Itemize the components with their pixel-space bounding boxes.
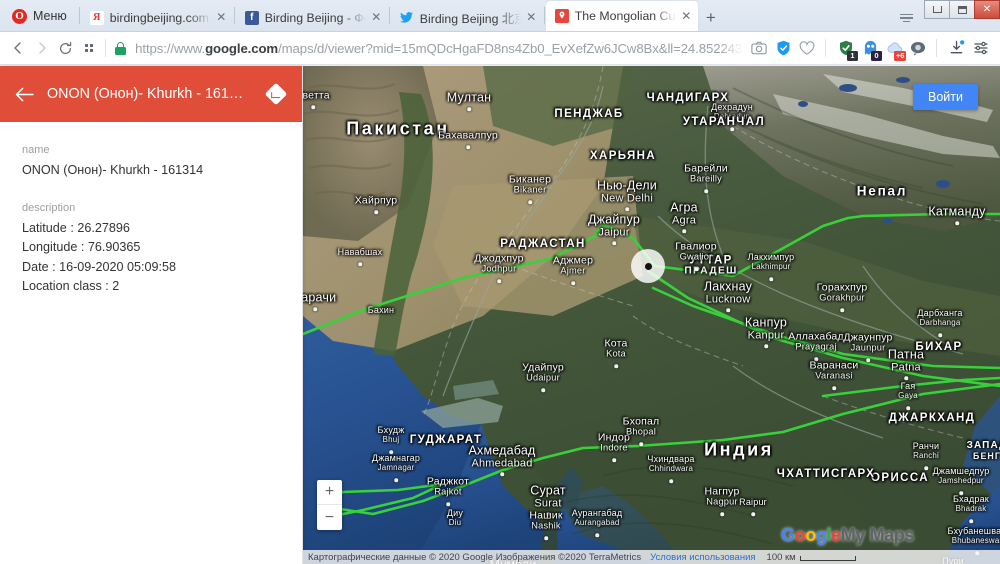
adblock-shield-icon[interactable]: 1	[836, 38, 857, 59]
url-text[interactable]: https://www.google.com/maps/d/viewer?mid…	[135, 41, 743, 56]
tab-birdingbeijing[interactable]: Я birdingbeijing.com - ✕	[81, 4, 233, 31]
twitter-bird-icon	[400, 11, 414, 25]
opera-menu-button[interactable]: O Меню	[4, 1, 78, 31]
address-bar: https://www.google.com/maps/d/viewer?mid…	[0, 32, 1000, 65]
easy-setup-icon[interactable]	[971, 38, 992, 59]
speed-dial-icon[interactable]	[77, 35, 101, 61]
window-buttons: ✕	[925, 0, 1000, 19]
url-domain: google.com	[205, 41, 278, 56]
tab-divider	[544, 7, 545, 24]
toolbar-extension-icons: 1 0 +6	[743, 38, 992, 59]
tab-strip: O Меню Я birdingbeijing.com - ✕ f Birdin…	[0, 0, 1000, 32]
back-arrow-icon[interactable]	[11, 81, 37, 107]
cloud-extension-icon[interactable]: +6	[884, 38, 905, 59]
zoom-controls: + −	[317, 480, 342, 530]
ghostery-badge: 0	[871, 51, 882, 61]
ghostery-icon[interactable]: 0	[860, 38, 881, 59]
tab-label: Birding Beijing 北京…	[420, 9, 521, 27]
scale-label: 100 км	[767, 552, 796, 563]
back-button-icon[interactable]	[6, 35, 30, 61]
tab-close-icon[interactable]: ✕	[214, 10, 229, 25]
name-field: name ONON (Онон)- Khurkh - 161314	[22, 144, 280, 181]
google-my-maps-page: ONON (Онон)- Khurkh - 161… name ONON (Он…	[0, 66, 1000, 564]
forward-button-icon	[30, 35, 54, 61]
tab-label: Birding Beijing - Фот	[265, 11, 366, 25]
mymaps-wordmark: My Maps	[841, 525, 914, 545]
description-date: Date : 16-09-2020 05:09:58	[22, 258, 280, 278]
window-right-controls: ✕	[893, 0, 1000, 32]
opera-browser-window: O Меню Я birdingbeijing.com - ✕ f Birdin…	[0, 0, 1000, 564]
panel-title: ONON (Онон)- Khurkh - 161…	[47, 86, 263, 102]
gps-track-overlay	[303, 66, 1000, 564]
minimize-button[interactable]	[924, 0, 950, 19]
tab-twitter-birding-beijing[interactable]: Birding Beijing 北京… ✕	[391, 4, 543, 31]
maximize-button[interactable]	[949, 0, 975, 19]
description-longitude: Longitude : 76.90365	[22, 238, 280, 258]
description-field: description Latitude : 26.27896 Longitud…	[22, 202, 280, 297]
directions-diamond-icon[interactable]	[263, 81, 289, 107]
panel-header: ONON (Онон)- Khurkh - 161…	[0, 66, 302, 122]
scale-indicator: 100 км	[767, 552, 856, 563]
url-path: /maps/d/viewer?mid=15mQDcHgaFD8ns4Zb0_Ev…	[278, 41, 743, 56]
panel-body: name ONON (Онон)- Khurkh - 161314 descri…	[0, 122, 302, 297]
download-icon[interactable]	[947, 38, 968, 59]
url-scheme: https://www.	[135, 41, 205, 56]
close-window-button[interactable]: ✕	[974, 0, 1000, 19]
name-label: name	[22, 144, 280, 156]
google-maps-pin-icon	[555, 9, 569, 23]
address-divider	[825, 39, 826, 57]
heart-favorite-icon[interactable]	[797, 38, 818, 59]
reload-button-icon[interactable]	[54, 35, 78, 61]
new-tab-button[interactable]: +	[698, 4, 724, 31]
google-wordmark: Google	[781, 525, 841, 545]
scale-bar	[800, 556, 856, 561]
facebook-icon: f	[245, 11, 259, 25]
cloud-badge: +6	[894, 51, 906, 61]
description-label: description	[22, 202, 280, 214]
tab-facebook-birding-beijing[interactable]: f Birding Beijing - Фот ✕	[236, 4, 388, 31]
tab-menu-icon[interactable]	[893, 4, 919, 32]
tab-label: The Mongolian Cuck	[575, 9, 676, 23]
yandex-icon: Я	[90, 11, 104, 25]
tab-label: birdingbeijing.com -	[110, 11, 211, 25]
tab-divider	[234, 7, 235, 24]
terms-of-use-link[interactable]: Условия использования	[650, 552, 755, 563]
vpn-shield-icon[interactable]	[773, 38, 794, 59]
selected-location-marker[interactable]	[631, 249, 665, 283]
name-value: ONON (Онон)- Khurkh - 161314	[22, 161, 280, 181]
address-divider	[105, 39, 106, 57]
tab-divider	[79, 7, 80, 24]
description-latitude: Latitude : 26.27896	[22, 219, 280, 239]
opera-logo-icon: O	[12, 9, 27, 24]
map-canvas[interactable]: ПакистанКветтаМултанБахавалпурХайрпурНав…	[303, 66, 1000, 564]
adblock-badge: 1	[847, 51, 858, 61]
tab-the-mongolian-cuckoo[interactable]: The Mongolian Cuck ✕	[546, 1, 698, 31]
feature-detail-panel: ONON (Онон)- Khurkh - 161… name ONON (Он…	[0, 66, 303, 564]
sign-in-button[interactable]: Войти	[913, 84, 978, 110]
secure-lock-icon	[115, 42, 126, 55]
map-attribution-bar: Картографические данные © 2020 Google Из…	[303, 550, 1000, 564]
tab-close-icon[interactable]: ✕	[524, 10, 539, 25]
attribution-text: Картографические данные © 2020 Google Из…	[308, 552, 641, 563]
zoom-out-button[interactable]: −	[317, 505, 342, 530]
speech-bubble-icon[interactable]	[908, 38, 929, 59]
tab-close-icon[interactable]: ✕	[679, 9, 694, 24]
description-location-class: Location class : 2	[22, 277, 280, 297]
opera-menu-label: Меню	[33, 9, 67, 23]
zoom-in-button[interactable]: +	[317, 480, 342, 505]
google-my-maps-logo: GoogleMy Maps	[781, 525, 914, 546]
tab-close-icon[interactable]: ✕	[369, 10, 384, 25]
tab-divider	[389, 7, 390, 24]
address-divider	[936, 39, 937, 57]
camera-snapshot-icon[interactable]	[749, 38, 770, 59]
